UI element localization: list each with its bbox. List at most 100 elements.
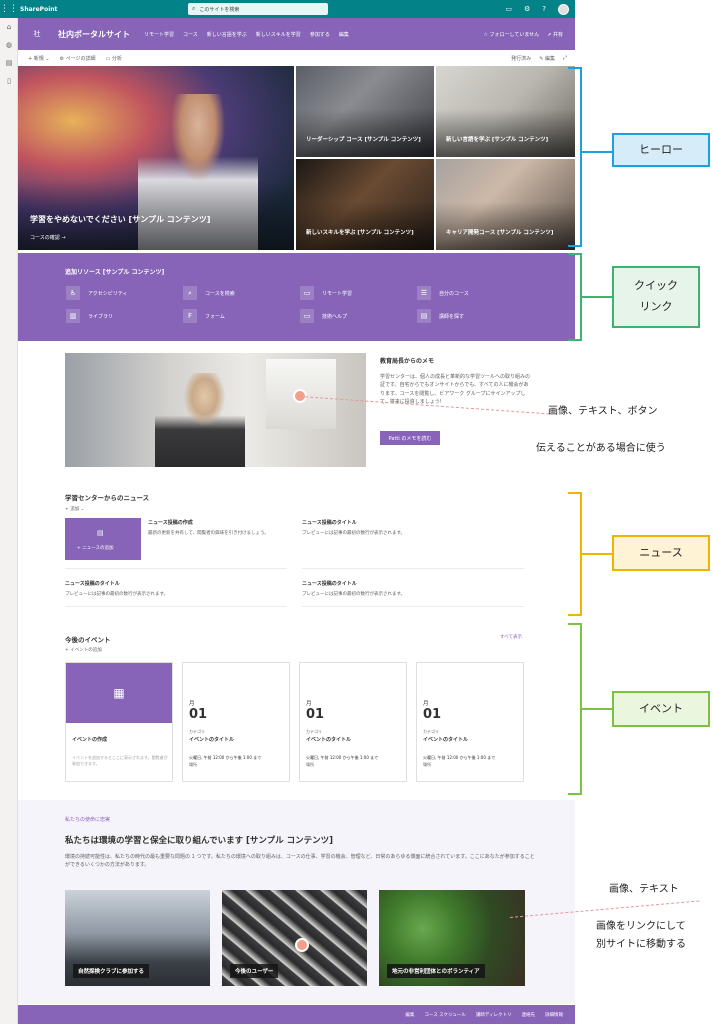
published-status: 発行済み bbox=[511, 55, 532, 62]
quick-link-label: リモート学習 bbox=[322, 290, 353, 297]
new-label: 新規 bbox=[33, 55, 44, 62]
avatar[interactable] bbox=[558, 3, 569, 15]
share-button[interactable]: ⇗ 共有 bbox=[547, 31, 563, 38]
hero-tile-title: 新しいスキルを学ぶ [サンプル コンテンツ] bbox=[306, 230, 414, 237]
analytics-button[interactable]: ▭ 分析 bbox=[106, 55, 122, 62]
quick-links-title: 追加リソース [サンプル コンテンツ] bbox=[65, 269, 165, 276]
quick-link-label: 講師を探す bbox=[439, 313, 465, 320]
edit-button[interactable]: ✎ 編集 bbox=[539, 55, 555, 62]
search-icon: ⌕ bbox=[192, 5, 196, 12]
news-annotation: ニュース bbox=[612, 535, 710, 571]
news-item-title[interactable]: ニュース投稿の作成 bbox=[148, 519, 193, 526]
event-category: カテゴリ bbox=[306, 729, 322, 734]
events-annotation: イベント bbox=[612, 691, 710, 727]
event-day: 01 bbox=[189, 707, 208, 722]
memo-annotation: 伝えることがある場合に使う bbox=[536, 443, 666, 454]
follow-label: フォローしていません bbox=[489, 31, 540, 38]
quick-link[interactable]: F フォーム bbox=[183, 309, 225, 323]
event-card[interactable]: 月 01 カテゴリ イベントのタイトル 火曜日, 午前 12:00 から午後 1… bbox=[182, 662, 290, 782]
nav-item[interactable]: 参加する bbox=[310, 31, 330, 38]
footer-link[interactable]: 連絡先 bbox=[522, 1012, 536, 1018]
hero-main-link[interactable]: コースの確認 → bbox=[30, 234, 66, 241]
events-add-button[interactable]: + イベントの追加 bbox=[65, 647, 102, 653]
mission-card[interactable]: 今後のユーザー bbox=[222, 890, 367, 986]
mission-kicker: 私たちの使命に忠実 bbox=[65, 817, 111, 823]
event-title: イベントのタイトル bbox=[306, 737, 352, 743]
memo-read-button[interactable]: Patti のメモを読む bbox=[380, 431, 440, 445]
memo-title: 教育局長からのメモ bbox=[380, 358, 435, 365]
quick-link-label: フォーム bbox=[205, 313, 225, 320]
news-item-title[interactable]: ニュース投稿のタイトル bbox=[302, 519, 357, 526]
page-icon[interactable]: ▯ bbox=[0, 72, 18, 90]
search-placeholder: このサイトを検索 bbox=[199, 6, 240, 13]
footer-link[interactable]: 講師ディレクトリ bbox=[476, 1012, 512, 1018]
divider bbox=[302, 568, 524, 569]
events-see-all-link[interactable]: すべて表示 bbox=[500, 634, 522, 640]
mission-card[interactable]: 自然探検クラブに参加する bbox=[65, 890, 210, 986]
footer-link[interactable]: 詳細情報 bbox=[545, 1012, 563, 1018]
hero-main-title: 学習をやめないでください [サンプル コンテンツ] bbox=[30, 215, 211, 224]
hero-tile-shade bbox=[436, 202, 575, 250]
quick-link[interactable]: ☰ 自分のコース bbox=[417, 286, 469, 300]
news-add-button[interactable]: + 追加 ⌄ bbox=[65, 506, 84, 512]
news-item-title[interactable]: ニュース投稿のタイトル bbox=[302, 580, 357, 587]
event-day: 01 bbox=[423, 707, 442, 722]
list-icon: ☰ bbox=[417, 286, 431, 300]
hero-tile-shade bbox=[436, 109, 575, 157]
nav-item[interactable]: 編集 bbox=[339, 31, 349, 38]
news-add-tile[interactable]: ▤ + ニュースの追加 bbox=[65, 518, 141, 560]
hero-tile[interactable]: 新しい言語を学ぶ [サンプル コンテンツ] bbox=[436, 66, 575, 157]
page-details-button[interactable]: ⚙ ページの詳細 bbox=[60, 55, 96, 62]
edit-label: 編集 bbox=[544, 55, 555, 62]
nav-item[interactable]: コース bbox=[183, 31, 198, 38]
footer-link[interactable]: コース スケジュール bbox=[424, 1012, 465, 1018]
search-input[interactable]: ⌕ このサイトを検索 bbox=[188, 3, 328, 15]
event-card[interactable]: 月 01 カテゴリ イベントのタイトル 火曜日, 午前 12:00 から午後 1… bbox=[416, 662, 524, 782]
quick-link-label: ライブラリ bbox=[88, 313, 114, 320]
quick-link[interactable]: ▤ 講師を探す bbox=[417, 309, 464, 323]
waffle-icon[interactable]: ⋮⋮ bbox=[0, 0, 18, 18]
hero-tile-title: 新しい言語を学ぶ [サンプル コンテンツ] bbox=[446, 137, 549, 144]
hero-tile-shade bbox=[296, 109, 434, 157]
site-title[interactable]: 社内ポータルサイト bbox=[58, 29, 130, 40]
event-time: 火曜日, 午前 12:00 から午後 1:00 まで bbox=[306, 755, 379, 760]
mission-card[interactable]: 地元の非営利団体とのボランティア bbox=[379, 890, 525, 986]
home-icon[interactable]: ⌂ bbox=[0, 18, 18, 36]
quick-link[interactable]: ▥ ライブラリ bbox=[66, 309, 113, 323]
accessibility-icon: ♿ bbox=[66, 286, 80, 300]
memo-image bbox=[65, 353, 366, 467]
hero-tile[interactable]: キャリア開発コース [サンプル コンテンツ] bbox=[436, 159, 575, 250]
feed-icon[interactable]: ▤ bbox=[0, 54, 18, 72]
settings-icon[interactable]: ⚙ bbox=[524, 5, 530, 13]
quick-link-label: アクセシビリティ bbox=[88, 290, 128, 297]
quick-links-section: 追加リソース [サンプル コンテンツ] ♿ アクセシビリティ ⌕ コースを検索 ▭ リ… bbox=[18, 253, 575, 341]
globe-icon[interactable]: ◍ bbox=[0, 36, 18, 54]
nav-item[interactable]: 新しい言語を学ぶ bbox=[207, 31, 247, 38]
hero-main-tile[interactable]: 学習をやめないでください [サンプル コンテンツ] コースの確認 → bbox=[18, 66, 294, 250]
chat-icon[interactable]: ▭ bbox=[505, 5, 512, 13]
new-button[interactable]: + 新規 ⌄ bbox=[28, 55, 50, 62]
footer-link[interactable]: 編集 bbox=[405, 1012, 414, 1018]
quick-link[interactable]: ▭ リモート学習 bbox=[300, 286, 352, 300]
quick-bracket bbox=[568, 253, 582, 341]
follow-button[interactable]: ☆ フォローしていません bbox=[483, 31, 539, 38]
quick-link[interactable]: ⌕ コースを検索 bbox=[183, 286, 235, 300]
quick-link-label: 技術ヘルプ bbox=[322, 313, 348, 320]
hero-tile[interactable]: 新しいスキルを学ぶ [サンプル コンテンツ] bbox=[296, 159, 434, 250]
nav-item[interactable]: リモート学習 bbox=[144, 31, 174, 38]
event-create-card[interactable]: ▦ イベントの作成 イベントを追加するとここに表示されます。閲覧者が参加できます… bbox=[65, 662, 173, 782]
suite-actions: ▭ ⚙ ? bbox=[505, 0, 569, 18]
app-name[interactable]: SharePoint bbox=[20, 6, 57, 13]
event-card[interactable]: 月 01 カテゴリ イベントのタイトル 火曜日, 午前 12:00 から午後 1… bbox=[299, 662, 407, 782]
event-time: 火曜日, 午前 12:00 から午後 1:00 まで bbox=[423, 755, 496, 760]
nav-item[interactable]: 新しいスキルを学習 bbox=[256, 31, 301, 38]
hero-annotation: ヒーロー bbox=[612, 133, 710, 167]
site-logo[interactable]: 社 bbox=[30, 27, 44, 41]
quick-link[interactable]: ▭ 技術ヘルプ bbox=[300, 309, 347, 323]
hero-tile[interactable]: リーダーシップ コース [サンプル コンテンツ] bbox=[296, 66, 434, 157]
help-icon[interactable]: ? bbox=[542, 5, 546, 13]
mission-annotation: 画像、テキスト bbox=[609, 884, 679, 895]
news-item-title[interactable]: ニュース投稿のタイトル bbox=[65, 580, 120, 587]
quick-link[interactable]: ♿ アクセシビリティ bbox=[66, 286, 127, 300]
expand-icon[interactable]: ⤢ bbox=[563, 55, 567, 62]
